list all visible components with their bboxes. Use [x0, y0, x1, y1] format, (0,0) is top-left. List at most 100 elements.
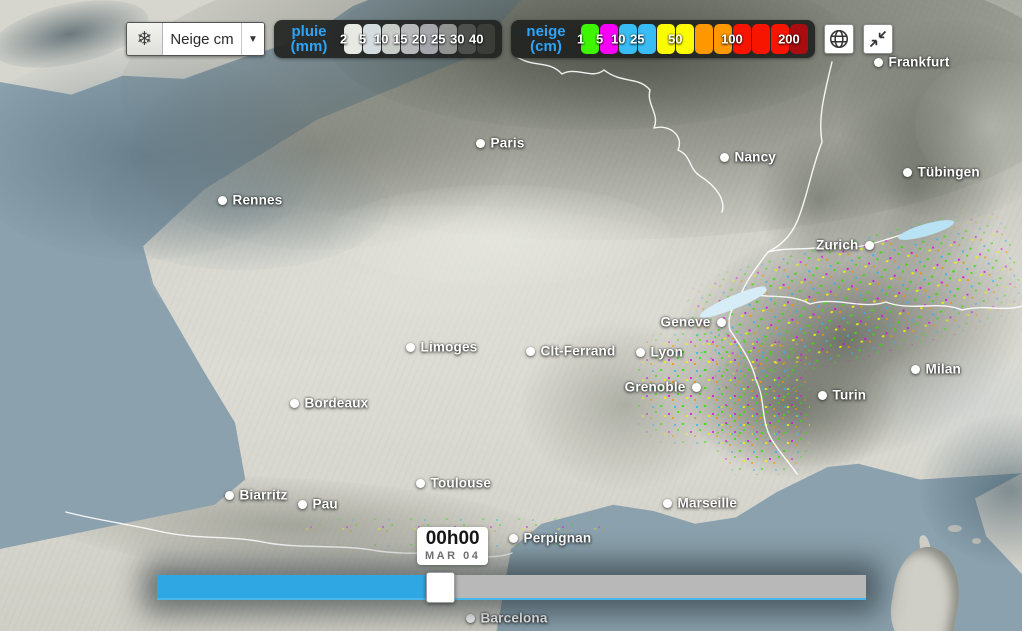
city-marker-rennes: Rennes — [218, 196, 227, 205]
toolbar: ❄ Neige cm ▼ pluie(mm)25101520253040 nei… — [126, 20, 893, 58]
city-dot — [720, 153, 729, 162]
city-label: Zurich — [816, 238, 858, 253]
city-label: Clt-Ferrand — [541, 344, 616, 359]
city-dot — [526, 347, 535, 356]
city-marker-paris: Paris — [476, 139, 485, 148]
city-dot — [903, 168, 912, 177]
snowflake-icon[interactable]: ❄ — [127, 23, 163, 55]
timeline-date: MAR 04 — [425, 550, 480, 562]
city-label: Marseille — [678, 496, 738, 511]
variable-select-value[interactable]: Neige cm — [163, 23, 241, 55]
city-dot — [874, 58, 883, 67]
pluie-legend-swatches: 25101520253040 — [344, 24, 495, 54]
pluie-tick-label: 40 — [469, 32, 483, 47]
city-label: Tübingen — [918, 165, 980, 180]
globe-button[interactable] — [824, 24, 854, 54]
city-label: Turin — [833, 388, 867, 403]
pluie-swatch-40: 40 — [477, 24, 495, 54]
pluie-legend-title: pluie(mm) — [274, 24, 344, 55]
city-label: Paris — [491, 136, 525, 151]
city-label: Pau — [313, 497, 338, 512]
city-marker-bordeaux: Bordeaux — [290, 399, 299, 408]
neige-tick-label: 25 — [630, 32, 644, 47]
city-dot — [717, 318, 726, 327]
city-dot — [466, 614, 475, 623]
weather-map-app: Frankfurt Paris Nancy Tübingen Rennes Zurich G… — [0, 0, 1022, 631]
pluie-tick-label: 2 — [340, 32, 347, 47]
neige-legend-title: neige(cm) — [511, 24, 581, 55]
city-dot — [416, 479, 425, 488]
city-dot — [476, 139, 485, 148]
chevron-down-icon[interactable]: ▼ — [241, 23, 264, 55]
city-label: Perpignan — [524, 531, 592, 546]
pluie-tick-label: 5 — [359, 32, 366, 47]
city-dot — [636, 348, 645, 357]
neige-tick-label: 100 — [721, 32, 743, 47]
city-dot — [406, 343, 415, 352]
collapse-toolbar-button[interactable] — [863, 24, 893, 54]
city-label: Lyon — [651, 345, 684, 360]
timeline-time: 00h00 — [425, 529, 480, 549]
city-label: Bordeaux — [305, 396, 369, 411]
city-dot — [290, 399, 299, 408]
city-marker-milan: Milan — [911, 365, 920, 374]
city-marker-biarritz: Biarritz — [225, 491, 234, 500]
city-marker-barcelona: Barcelona — [466, 614, 475, 623]
neige-tick-label: 200 — [778, 32, 800, 47]
city-label: Rennes — [233, 193, 283, 208]
globe-icon — [828, 28, 850, 50]
city-marker-pau: Pau — [298, 500, 307, 509]
neige-swatch-50: 50 — [676, 24, 694, 54]
timeline-tooltip: 00h00 MAR 04 — [417, 527, 488, 565]
city-label: Barcelona — [481, 611, 548, 626]
city-marker-toulouse: Toulouse — [416, 479, 425, 488]
city-label: Limoges — [421, 340, 478, 355]
city-dot — [218, 196, 227, 205]
city-dot — [663, 499, 672, 508]
city-marker-frankfurt: Frankfurt — [874, 58, 883, 67]
pluie-tick-label: 20 — [412, 32, 426, 47]
city-marker-perpignan: Perpignan — [509, 534, 518, 543]
timeline-track[interactable] — [157, 575, 866, 600]
legend-neige: neige(cm)15102550100200 — [511, 20, 815, 58]
city-label: Nancy — [735, 150, 777, 165]
city-marker-nancy: Nancy — [720, 153, 729, 162]
neige-swatch-100: 100 — [733, 24, 751, 54]
city-label: Milan — [926, 362, 962, 377]
pluie-tick-label: 30 — [450, 32, 464, 47]
pluie-tick-label: 15 — [393, 32, 407, 47]
city-dot — [911, 365, 920, 374]
variable-select: ❄ Neige cm ▼ — [126, 22, 265, 56]
city-marker-geneve: Geneve — [717, 318, 726, 327]
city-label: Geneve — [661, 315, 711, 330]
city-label: Toulouse — [431, 476, 492, 491]
city-dot — [692, 383, 701, 392]
city-marker-clt-ferrand: Clt-Ferrand — [526, 347, 535, 356]
neige-tick-label: 1 — [577, 32, 584, 47]
pluie-tick-label: 25 — [431, 32, 445, 47]
city-marker-turin: Turin — [818, 391, 827, 400]
neige-swatch — [752, 24, 770, 54]
city-marker-zurich: Zurich — [865, 241, 874, 250]
city-layer: Frankfurt Paris Nancy Tübingen Rennes Zurich G… — [0, 0, 1022, 631]
neige-tick-label: 50 — [668, 32, 682, 47]
city-label: Biarritz — [240, 488, 288, 503]
city-marker-t-bingen: Tübingen — [903, 168, 912, 177]
neige-swatch-25: 25 — [638, 24, 656, 54]
neige-swatch — [695, 24, 713, 54]
city-marker-limoges: Limoges — [406, 343, 415, 352]
city-dot — [865, 241, 874, 250]
city-marker-marseille: Marseille — [663, 499, 672, 508]
city-label: Grenoble — [625, 380, 686, 395]
timeline-fill — [157, 575, 426, 598]
legend-pluie: pluie(mm)25101520253040 — [274, 20, 502, 58]
pluie-tick-label: 10 — [374, 32, 388, 47]
city-label: Frankfurt — [889, 55, 950, 70]
city-dot — [818, 391, 827, 400]
neige-tick-label: 5 — [596, 32, 603, 47]
map-canvas[interactable]: Frankfurt Paris Nancy Tübingen Rennes Zurich G… — [0, 0, 1022, 631]
city-marker-grenoble: Grenoble — [692, 383, 701, 392]
timeline-handle[interactable] — [426, 572, 455, 603]
compress-arrows-icon — [868, 29, 888, 49]
neige-swatch-200: 200 — [790, 24, 808, 54]
